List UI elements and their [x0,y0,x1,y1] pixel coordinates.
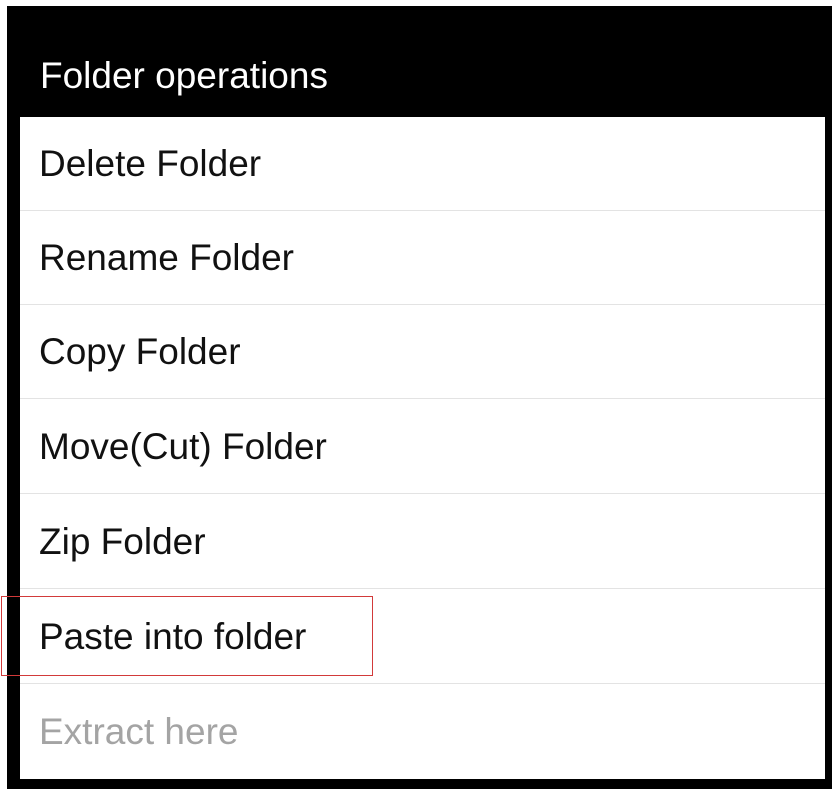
menu-item-zip-folder[interactable]: Zip Folder [20,495,825,589]
menu-item-label: Paste into folder [39,616,307,657]
menu-item-move-cut-folder[interactable]: Move(Cut) Folder [20,400,825,494]
menu-item-label: Copy Folder [39,331,241,372]
menu-item-label: Move(Cut) Folder [39,426,327,467]
menu-item-label: Extract here [39,711,239,752]
folder-operations-menu: Delete Folder Rename Folder Copy Folder … [20,117,825,779]
menu-item-delete-folder[interactable]: Delete Folder [20,117,825,211]
menu-item-label: Zip Folder [39,521,206,562]
menu-item-copy-folder[interactable]: Copy Folder [20,305,825,399]
menu-item-paste-into-folder[interactable]: Paste into folder [20,590,825,684]
dialog-title: Folder operations [40,55,328,96]
dialog-title-bar: Folder operations [20,27,825,117]
menu-item-extract-here: Extract here [20,685,825,779]
menu-item-rename-folder[interactable]: Rename Folder [20,211,825,305]
menu-item-label: Delete Folder [39,143,262,184]
screenshot-frame: Folder operations Delete Folder Rename F… [0,0,834,794]
menu-item-label: Rename Folder [39,237,295,278]
